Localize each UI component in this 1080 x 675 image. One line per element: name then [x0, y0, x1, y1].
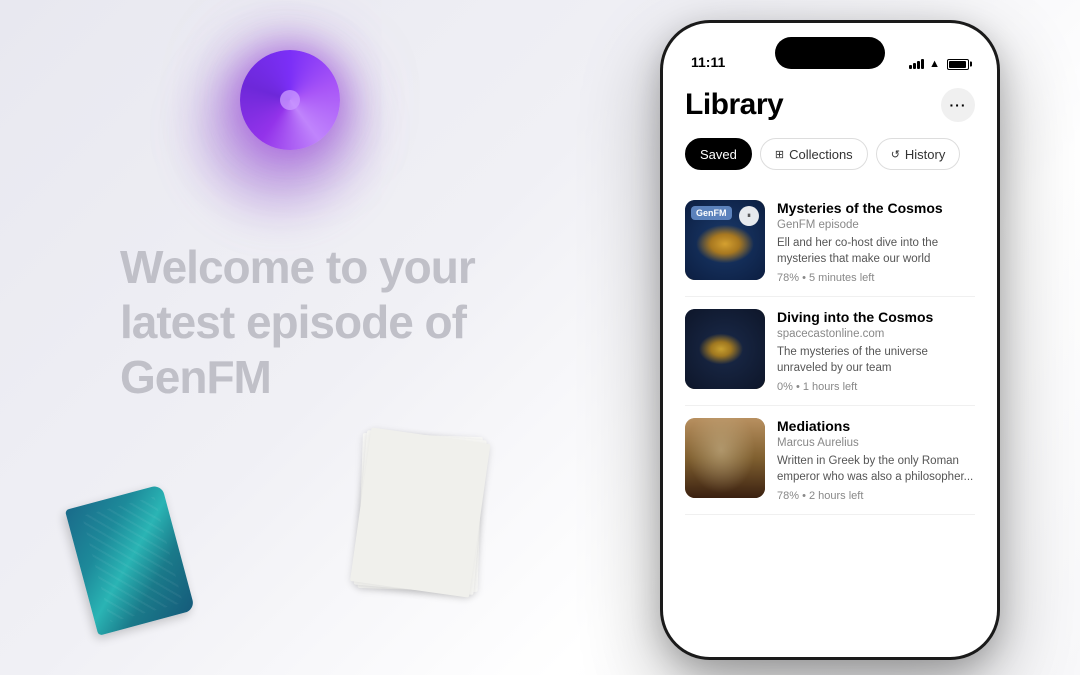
- signal-icon: [909, 59, 924, 69]
- phone-screen: 11:11 ▲ Libr: [663, 23, 997, 657]
- episode-item-2[interactable]: Diving into the Cosmos spacecastonline.c…: [685, 297, 975, 406]
- play-icon-1[interactable]: ⏸: [739, 206, 759, 226]
- tab-history[interactable]: ↺ History: [876, 138, 961, 170]
- phone-frame: 11:11 ▲ Libr: [660, 20, 1000, 660]
- history-icon: ↺: [891, 148, 900, 161]
- purple-disc-decoration: [240, 50, 340, 150]
- filter-tabs: Saved ⊞ Collections ↺ History: [685, 138, 975, 170]
- episode-thumb-1: GenFM ⏸: [685, 200, 765, 280]
- episode-source-3: Marcus Aurelius: [777, 437, 975, 449]
- collections-icon: ⊞: [775, 148, 784, 161]
- welcome-line1: Welcome to your: [120, 241, 475, 293]
- status-icons: ▲: [909, 58, 969, 70]
- episode-title-3: Mediations: [777, 418, 975, 435]
- episode-thumb-3: [685, 418, 765, 498]
- episode-meta-3: 78% • 2 hours left: [777, 490, 975, 502]
- episode-list: GenFM ⏸ Mysteries of the Cosmos GenFM ep…: [685, 188, 975, 515]
- episode-meta-2: 0% • 1 hours left: [777, 381, 975, 393]
- tab-saved-label: Saved: [700, 147, 737, 162]
- thumb-label-1: GenFM: [691, 206, 732, 220]
- tab-history-label: History: [905, 147, 945, 162]
- episode-info-3: Mediations Marcus Aurelius Written in Gr…: [777, 418, 975, 502]
- episode-desc-3: Written in Greek by the only Roman emper…: [777, 453, 975, 485]
- episode-title-1: Mysteries of the Cosmos: [777, 200, 975, 217]
- app-header: Library ···: [685, 88, 975, 122]
- episode-meta-1: 78% • 5 minutes left: [777, 272, 975, 284]
- episode-desc-2: The mysteries of the universe unraveled …: [777, 344, 975, 376]
- tab-saved[interactable]: Saved: [685, 138, 752, 170]
- episode-source-2: spacecastonline.com: [777, 328, 975, 340]
- tab-collections-label: Collections: [789, 147, 853, 162]
- phone-body: 11:11 ▲ Libr: [660, 20, 1000, 660]
- episode-desc-1: Ell and her co-host dive into the myster…: [777, 235, 975, 267]
- wifi-icon: ▲: [929, 58, 940, 70]
- episode-item-1[interactable]: GenFM ⏸ Mysteries of the Cosmos GenFM ep…: [685, 188, 975, 297]
- welcome-line3: GenFM: [120, 351, 271, 403]
- more-dots-icon: ···: [950, 97, 967, 113]
- episode-source-1: GenFM episode: [777, 219, 975, 231]
- episode-item-3[interactable]: Mediations Marcus Aurelius Written in Gr…: [685, 406, 975, 515]
- episode-thumb-2: [685, 309, 765, 389]
- welcome-line2: latest episode of: [120, 296, 466, 348]
- dynamic-island: [775, 37, 885, 69]
- paper-stack-decoration: [353, 430, 486, 600]
- more-button[interactable]: ···: [941, 88, 975, 122]
- app-content: Library ··· Saved ⊞ Collections ↺: [663, 78, 997, 657]
- episode-info-1: Mysteries of the Cosmos GenFM episode El…: [777, 200, 975, 284]
- paper-sheet-3: [350, 427, 490, 597]
- tab-collections[interactable]: ⊞ Collections: [760, 138, 868, 170]
- battery-icon: [947, 59, 969, 70]
- page-title: Library: [685, 88, 783, 122]
- episode-title-2: Diving into the Cosmos: [777, 309, 975, 326]
- welcome-text: Welcome to your latest episode of GenFM: [120, 240, 500, 406]
- episode-info-2: Diving into the Cosmos spacecastonline.c…: [777, 309, 975, 393]
